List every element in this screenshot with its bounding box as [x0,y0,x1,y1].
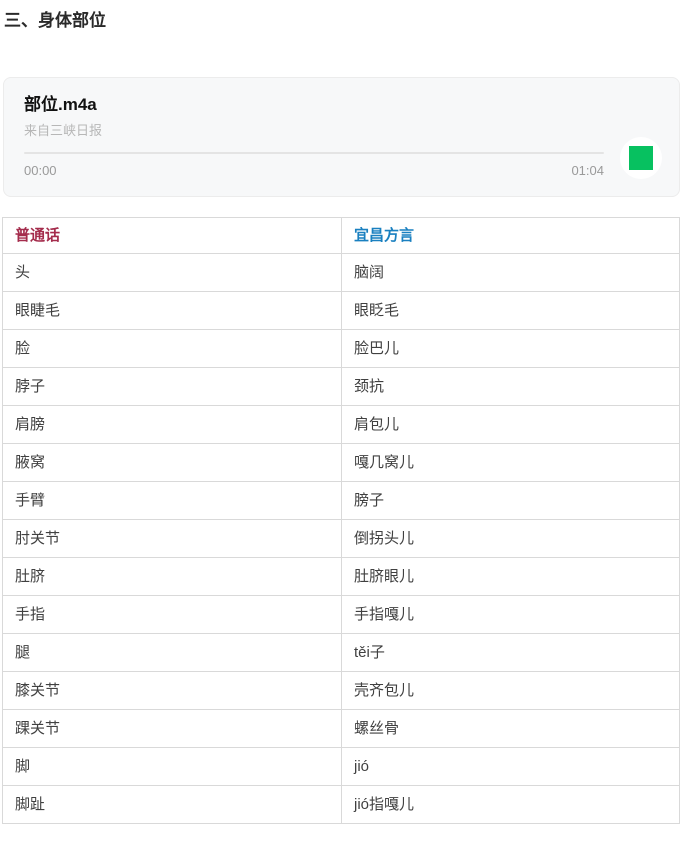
table-row: 膝关节壳齐包儿 [3,672,680,710]
column-header-mandarin: 普通话 [3,218,342,254]
table-row: 肩膀肩包儿 [3,406,680,444]
cell-dialect: 脑阔 [342,254,680,292]
table-row: 腋窝嘎几窝儿 [3,444,680,482]
table-row: 腿těi子 [3,634,680,672]
table-row: 脖子颈抗 [3,368,680,406]
cell-dialect: 肩包儿 [342,406,680,444]
audio-progress-bar[interactable] [24,152,604,154]
audio-filename: 部位.m4a [24,94,659,116]
cell-dialect: jió指嘎儿 [342,786,680,824]
cell-mandarin: 肩膀 [3,406,342,444]
cell-dialect: 脸巴儿 [342,330,680,368]
play-button[interactable] [620,137,662,179]
audio-total-time: 01:04 [571,163,604,178]
cell-dialect: 壳齐包儿 [342,672,680,710]
cell-mandarin: 头 [3,254,342,292]
cell-mandarin: 腋窝 [3,444,342,482]
cell-mandarin: 手臂 [3,482,342,520]
cell-dialect: 眼眨毛 [342,292,680,330]
table-row: 脚jió [3,748,680,786]
stop-icon [629,146,653,170]
cell-mandarin: 膝关节 [3,672,342,710]
table-row: 眼睫毛眼眨毛 [3,292,680,330]
dialect-table: 普通话 宜昌方言 头脑阔 眼睫毛眼眨毛 脸脸巴儿 脖子颈抗 肩膀肩包儿 腋窝嘎几… [2,217,680,824]
cell-mandarin: 脚 [3,748,342,786]
cell-dialect: 嘎几窝儿 [342,444,680,482]
cell-mandarin: 脖子 [3,368,342,406]
column-header-dialect: 宜昌方言 [342,218,680,254]
cell-mandarin: 手指 [3,596,342,634]
cell-dialect: 颈抗 [342,368,680,406]
table-row: 脚趾jió指嘎儿 [3,786,680,824]
audio-time-row: 00:00 01:04 [24,163,604,178]
cell-dialect: 膀子 [342,482,680,520]
cell-mandarin: 脚趾 [3,786,342,824]
cell-mandarin: 眼睫毛 [3,292,342,330]
table-row: 头脑阔 [3,254,680,292]
cell-mandarin: 脸 [3,330,342,368]
section-heading: 三、身体部位 [4,10,683,32]
table-row: 手指手指嘎儿 [3,596,680,634]
cell-dialect: jió [342,748,680,786]
cell-mandarin: 腿 [3,634,342,672]
table-header-row: 普通话 宜昌方言 [3,218,680,254]
cell-dialect: 手指嘎儿 [342,596,680,634]
cell-dialect: 肚脐眼儿 [342,558,680,596]
table-row: 脸脸巴儿 [3,330,680,368]
table-row: 踝关节螺丝骨 [3,710,680,748]
cell-mandarin: 肘关节 [3,520,342,558]
table-row: 肘关节倒拐头儿 [3,520,680,558]
cell-dialect: 倒拐头儿 [342,520,680,558]
cell-mandarin: 踝关节 [3,710,342,748]
table-row: 肚脐肚脐眼儿 [3,558,680,596]
audio-source-label: 来自三峡日报 [24,123,659,139]
cell-dialect: 螺丝骨 [342,710,680,748]
table-row: 手臂膀子 [3,482,680,520]
audio-current-time: 00:00 [24,163,57,178]
cell-dialect: těi子 [342,634,680,672]
audio-player-card: 部位.m4a 来自三峡日报 00:00 01:04 [3,77,680,197]
cell-mandarin: 肚脐 [3,558,342,596]
